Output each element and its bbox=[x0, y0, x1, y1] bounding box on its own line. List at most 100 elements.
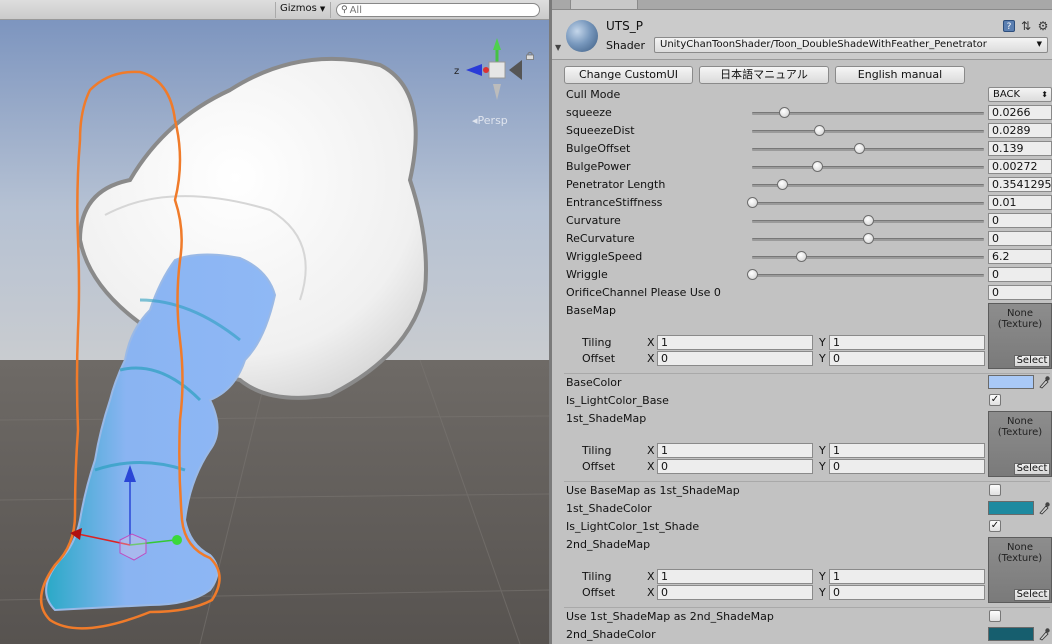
english-manual-button[interactable]: English manual bbox=[835, 66, 965, 84]
slider[interactable] bbox=[752, 124, 984, 138]
basemap-tiling-y-field[interactable]: 1 bbox=[829, 335, 985, 350]
checkmark-icon: ✓ bbox=[990, 520, 1000, 531]
foldout-arrow-icon[interactable]: ▼ bbox=[555, 43, 561, 52]
cull-mode-dropdown[interactable]: BACK ⬍ bbox=[988, 87, 1052, 102]
slider-label: BulgeOffset bbox=[566, 142, 631, 155]
slider[interactable] bbox=[752, 160, 984, 174]
slider-thumb[interactable] bbox=[747, 197, 758, 208]
shademap-2nd-texture-slot[interactable]: None (Texture) Select bbox=[988, 537, 1052, 603]
slider[interactable] bbox=[747, 268, 984, 282]
shademap-1st-texture-slot[interactable]: None (Texture) Select bbox=[988, 411, 1052, 477]
material-preview-icon bbox=[566, 20, 598, 52]
slider-value-field[interactable]: 6.2 bbox=[988, 249, 1052, 264]
shademap-1st-tiling-x-field[interactable]: 1 bbox=[657, 443, 813, 458]
is-lightcolor-base-checkbox[interactable]: ✓ bbox=[989, 394, 1001, 406]
basemap-tiling-x-field[interactable]: 1 bbox=[657, 335, 813, 350]
slider-thumb[interactable] bbox=[747, 269, 758, 280]
slider-thumb[interactable] bbox=[863, 233, 874, 244]
slider-thumb[interactable] bbox=[795, 251, 807, 262]
orifice-channel-field[interactable]: 0 bbox=[988, 285, 1052, 300]
slider-track[interactable] bbox=[752, 202, 984, 205]
shadecolor-2nd-swatch[interactable] bbox=[988, 627, 1034, 641]
slider-value-field[interactable]: 0.01 bbox=[988, 195, 1052, 210]
inspector-tab[interactable] bbox=[570, 0, 638, 9]
shademap-2nd-offset-y-label: Y bbox=[819, 586, 826, 599]
shademap-2nd-offset-x-field[interactable]: 0 bbox=[657, 585, 813, 600]
slider-thumb[interactable] bbox=[863, 215, 874, 226]
gizmos-dropdown[interactable]: Gizmos ▼ bbox=[275, 2, 331, 18]
slider-value-field[interactable]: 0.0289 bbox=[988, 123, 1052, 138]
slider-label: SqueezeDist bbox=[566, 124, 635, 137]
slider-thumb[interactable] bbox=[779, 107, 791, 118]
use-1st-as-2nd-checkbox[interactable] bbox=[989, 610, 1001, 622]
slider-value-field[interactable]: 0.139 bbox=[988, 141, 1052, 156]
is-lightcolor-1st-checkbox[interactable]: ✓ bbox=[989, 520, 1001, 532]
shademap-2nd-tiling-label: Tiling bbox=[582, 570, 612, 583]
scene-view[interactable]: Gizmos ▼ ⚲ All z ◂Persp bbox=[0, 0, 549, 644]
slider-track[interactable] bbox=[752, 148, 984, 151]
shademap-2nd-offset-y-field[interactable]: 0 bbox=[829, 585, 985, 600]
shademap-2nd-tiling-y-field[interactable]: 1 bbox=[829, 569, 985, 584]
use-basemap-as-1st-checkbox[interactable] bbox=[989, 484, 1001, 496]
persp-label[interactable]: ◂Persp bbox=[472, 114, 508, 127]
eyedropper-icon[interactable] bbox=[1038, 501, 1050, 515]
slider-track[interactable] bbox=[752, 130, 984, 133]
help-book-icon[interactable]: ? bbox=[1003, 20, 1015, 32]
basemap-offset-y-field[interactable]: 0 bbox=[829, 351, 985, 366]
shademap-1st-label: 1st_ShadeMap bbox=[566, 412, 647, 425]
slider-thumb[interactable] bbox=[777, 179, 789, 190]
eyedropper-icon[interactable] bbox=[1038, 375, 1050, 389]
eyedropper-icon[interactable] bbox=[1038, 627, 1050, 641]
presets-icon[interactable]: ⇅ bbox=[1020, 20, 1032, 32]
lock-icon[interactable] bbox=[526, 51, 534, 60]
shademap-1st-tiling-label: Tiling bbox=[582, 444, 612, 457]
slider[interactable] bbox=[752, 250, 984, 264]
shademap-1st-offset-y-field[interactable]: 0 bbox=[829, 459, 985, 474]
change-customui-button[interactable]: Change CustomUI bbox=[564, 66, 693, 84]
slider-value-field[interactable]: 0 bbox=[988, 213, 1052, 228]
japanese-manual-button[interactable]: 日本語マニュアル bbox=[699, 66, 829, 84]
slider-value-field[interactable]: 0.0266 bbox=[988, 105, 1052, 120]
slider[interactable] bbox=[752, 142, 984, 156]
basemap-select-button[interactable]: Select bbox=[1014, 355, 1050, 367]
gear-icon[interactable]: ⚙ bbox=[1037, 20, 1049, 32]
slider[interactable] bbox=[752, 214, 984, 228]
is-lightcolor-base-label: Is_LightColor_Base bbox=[566, 394, 669, 407]
search-placeholder: All bbox=[349, 4, 362, 16]
slider[interactable] bbox=[752, 106, 984, 120]
gizmos-label: Gizmos bbox=[280, 3, 317, 14]
shademap-2nd-select-button[interactable]: Select bbox=[1014, 589, 1050, 601]
material-header: ▼ UTS_P Shader UnityChanToonShader/Toon_… bbox=[552, 10, 1052, 60]
slider-value-field[interactable]: 0.00272 bbox=[988, 159, 1052, 174]
shademap-1st-tiling-y-field[interactable]: 1 bbox=[829, 443, 985, 458]
slider-track[interactable] bbox=[752, 274, 984, 277]
cull-mode-value: BACK bbox=[993, 89, 1021, 100]
scene-search-input[interactable]: ⚲ All bbox=[336, 3, 540, 17]
scene-viewport[interactable]: z ◂Persp bbox=[0, 20, 549, 644]
shader-buttons: Change CustomUI 日本語マニュアル English manual bbox=[564, 66, 965, 84]
slider-value-field[interactable]: 0 bbox=[988, 267, 1052, 282]
slider-value-field[interactable]: 0 bbox=[988, 231, 1052, 246]
basecolor-swatch[interactable] bbox=[988, 375, 1034, 389]
slider-thumb[interactable] bbox=[814, 125, 826, 136]
slider-thumb[interactable] bbox=[853, 143, 865, 154]
slider-thumb[interactable] bbox=[811, 161, 823, 172]
basemap-offset-x-field[interactable]: 0 bbox=[657, 351, 813, 366]
slider-track[interactable] bbox=[752, 166, 984, 169]
shademap-2nd-tiling-x-field[interactable]: 1 bbox=[657, 569, 813, 584]
slider-value-field[interactable]: 0.3541295 bbox=[988, 177, 1052, 192]
shader-dropdown[interactable]: UnityChanToonShader/Toon_DoubleShadeWith… bbox=[654, 37, 1048, 53]
slider[interactable] bbox=[747, 196, 984, 210]
shademap-2nd-tiling-y-label: Y bbox=[819, 570, 826, 583]
shadecolor-1st-swatch[interactable] bbox=[988, 501, 1034, 515]
cull-mode-label: Cull Mode bbox=[566, 88, 621, 101]
shademap-1st-offset-x-field[interactable]: 0 bbox=[657, 459, 813, 474]
slider[interactable] bbox=[752, 232, 984, 246]
axis-z-label: z bbox=[454, 66, 459, 77]
slider-track[interactable] bbox=[752, 256, 984, 259]
basemap-texture-slot[interactable]: None (Texture) Select bbox=[988, 303, 1052, 369]
is-lightcolor-1st-label: Is_LightColor_1st_Shade bbox=[566, 520, 700, 533]
inspector-panel: ▼ UTS_P Shader UnityChanToonShader/Toon_… bbox=[552, 0, 1052, 644]
shademap-1st-select-button[interactable]: Select bbox=[1014, 463, 1050, 475]
slider[interactable] bbox=[752, 178, 984, 192]
